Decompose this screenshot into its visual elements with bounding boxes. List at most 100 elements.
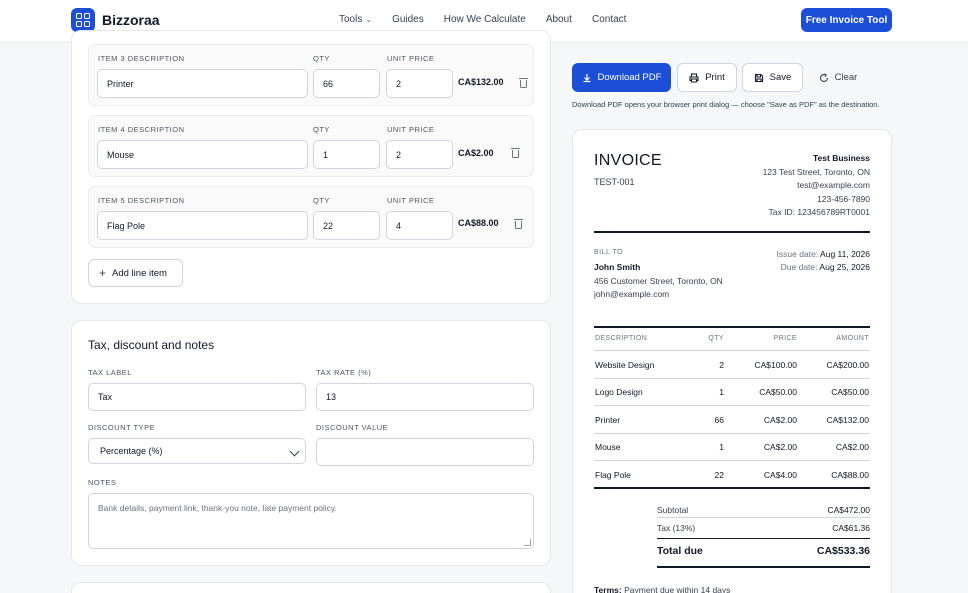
discount-value-input[interactable] [316, 438, 534, 466]
invoice-dates: Issue date: Aug 11, 2026 Due date: Aug 2… [777, 248, 870, 274]
table-cell-description: Mouse [595, 442, 621, 452]
table-cell-description: Website Design [595, 360, 655, 370]
download-pdf-label: Download PDF [597, 72, 662, 83]
save-button[interactable]: Save [742, 63, 803, 92]
table-cell-qty: 1 [719, 442, 724, 452]
client-details: John Smith 456 Customer Street, Toronto,… [594, 261, 734, 302]
trash-icon[interactable] [519, 77, 528, 88]
item-price-input[interactable]: 2 [386, 140, 453, 169]
nav-tools[interactable]: Tools ⌄ [339, 14, 372, 25]
divider [594, 350, 870, 351]
row-divider [594, 460, 870, 461]
item-description-input[interactable]: Flag Pole [97, 211, 308, 240]
save-icon [754, 73, 763, 82]
trash-icon[interactable] [514, 218, 523, 229]
table-cell-price: CA$2.00 [763, 442, 797, 452]
download-pdf-button[interactable]: Download PDF [572, 63, 671, 92]
table-cell-qty: 2 [719, 360, 724, 370]
subtotal-value: CA$472.00 [827, 505, 870, 515]
row-divider [594, 433, 870, 434]
brand-logo[interactable]: Bizzoraa [71, 8, 160, 32]
save-label: Save [769, 72, 792, 83]
download-icon [583, 73, 591, 82]
item-price-label: UNIT PRICE [387, 125, 435, 134]
plus-icon: + [99, 266, 107, 280]
trash-icon[interactable] [511, 147, 520, 158]
item-description-input[interactable]: Printer [97, 69, 308, 98]
nav-how-we-calculate[interactable]: How We Calculate [444, 14, 526, 25]
next-section-card [71, 582, 551, 593]
total-due-label: Total due [657, 545, 703, 557]
tax-line-label: Tax (13%) [657, 523, 696, 533]
item-price-input[interactable]: 4 [386, 211, 453, 240]
item-amount: CA$132.00 [458, 77, 504, 87]
nav-about[interactable]: About [546, 14, 572, 25]
column-header-price: PRICE [773, 335, 797, 342]
tax-label-input[interactable]: Tax [88, 383, 306, 411]
print-label: Print [705, 72, 725, 83]
divider [657, 566, 870, 568]
column-header-description: DESCRIPTION [595, 335, 648, 342]
item-description-label: ITEM 3 DESCRIPTION [98, 54, 185, 63]
table-cell-description: Logo Design [595, 387, 643, 397]
item-qty-input[interactable]: 1 [313, 140, 380, 169]
table-cell-price: CA$100.00 [754, 360, 797, 370]
table-cell-amount: CA$2.00 [835, 442, 869, 452]
main-nav: Tools ⌄ Guides How We Calculate About Con… [339, 14, 626, 25]
nav-guides[interactable]: Guides [392, 14, 424, 25]
row-divider [594, 405, 870, 406]
item-qty-label: QTY [313, 125, 330, 134]
item-qty-input[interactable]: 22 [313, 211, 380, 240]
item-amount: CA$2.00 [458, 148, 494, 158]
business-tax-id: Tax ID: 123456789RT0001 [768, 207, 870, 217]
client-address: 456 Customer Street, Toronto, ON [594, 275, 723, 286]
discount-type-label: DISCOUNT TYPE [88, 423, 156, 432]
item-description-input[interactable]: Mouse [97, 140, 308, 169]
refresh-icon [819, 72, 828, 82]
clear-label: Clear [834, 72, 858, 83]
printer-icon [689, 72, 699, 83]
bill-to-label: BILL TO [594, 249, 624, 256]
table-cell-qty: 66 [714, 415, 724, 425]
table-cell-description: Flag Pole [595, 470, 631, 480]
table-cell-price: CA$4.00 [763, 470, 797, 480]
table-cell-amount: CA$200.00 [826, 360, 869, 370]
free-invoice-tool-button[interactable]: Free Invoice Tool [801, 8, 892, 32]
print-button[interactable]: Print [677, 63, 737, 92]
item-price-label: UNIT PRICE [387, 54, 435, 63]
divider [594, 231, 870, 233]
business-phone: 123-456-7890 [817, 193, 870, 204]
business-email: test@example.com [797, 180, 870, 190]
discount-type-select[interactable]: Percentage (%) [88, 438, 306, 464]
item-price-input[interactable]: 2 [386, 69, 453, 98]
invoice-number: TEST-001 [594, 177, 635, 187]
resize-handle[interactable] [524, 539, 531, 546]
item-description-label: ITEM 5 DESCRIPTION [98, 196, 185, 205]
chevron-down-icon [289, 446, 300, 457]
row-divider [594, 378, 870, 379]
table-cell-qty: 1 [719, 387, 724, 397]
client-name: John Smith [594, 262, 641, 272]
item-description-label: ITEM 4 DESCRIPTION [98, 125, 185, 134]
section-title: Tax, discount and notes [88, 338, 215, 352]
column-header-qty: QTY [708, 335, 724, 342]
add-line-item-button[interactable]: + Add line item [88, 259, 183, 287]
issue-date: Issue date: Aug 11, 2026 [776, 249, 870, 259]
terms-label: Terms: [594, 585, 622, 593]
notes-textarea[interactable]: Bank details, payment link, thank-you no… [88, 493, 534, 549]
divider [657, 517, 870, 518]
table-cell-price: CA$2.00 [763, 415, 797, 425]
business-name: Test Business [812, 153, 870, 163]
tax-rate-input[interactable]: 13 [316, 383, 534, 411]
divider [594, 487, 870, 489]
table-cell-description: Printer [595, 415, 621, 425]
item-qty-label: QTY [313, 196, 330, 205]
clear-button[interactable]: Clear [810, 63, 866, 92]
item-qty-input[interactable]: 66 [313, 69, 380, 98]
business-details: Test Business 123 Test Street, Toronto, … [763, 152, 870, 220]
tax-label-label: TAX LABEL [88, 368, 132, 377]
add-line-item-label: Add line item [112, 267, 167, 279]
table-cell-amount: CA$50.00 [831, 387, 869, 397]
nav-contact[interactable]: Contact [592, 14, 626, 25]
discount-value-label: DISCOUNT VALUE [316, 423, 389, 432]
